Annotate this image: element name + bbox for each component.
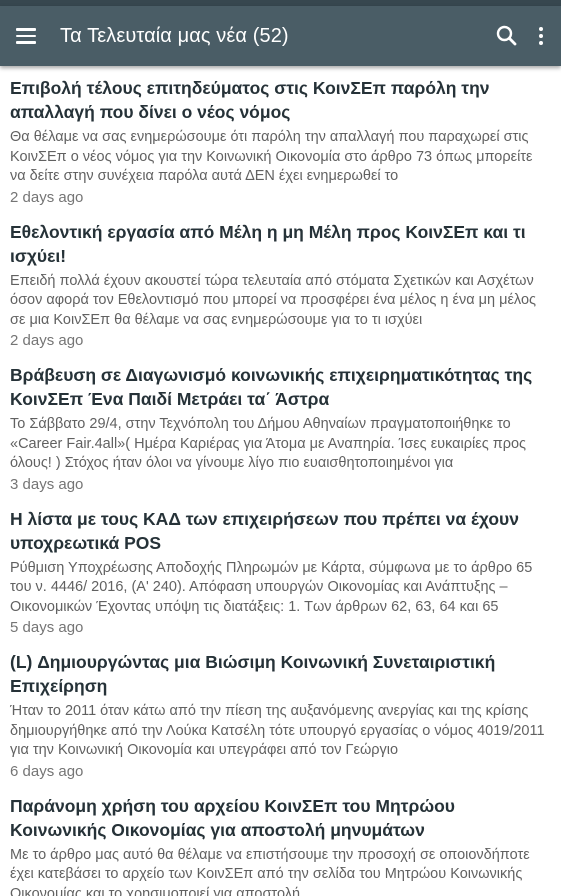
news-item-title: (L) Δημιουργώντας μια Βιώσιμη Κοινωνική …: [10, 652, 496, 696]
news-item-excerpt: Ήταν το 2011 όταν κάτω από την πίεση της…: [10, 703, 545, 758]
news-item-excerpt: Ρύθμιση Υποχρέωσης Αποδοχής Πληρωμών με …: [10, 559, 533, 615]
news-item-timestamp: 2 days ago: [10, 332, 84, 349]
news-item[interactable]: (L) Δημιουργώντας μια Βιώσιμη Κοινωνική …: [10, 650, 551, 794]
news-item-excerpt: Θα θέλαμε να σας ενημερώσουμε ότι παρόλη…: [10, 129, 533, 184]
news-item-title: Παράνομη χρήση του αρχείου ΚοινΣΕπ του Μ…: [10, 795, 455, 840]
news-item[interactable]: Παράνομη χρήση του αρχείου ΚοινΣΕπ του Μ…: [10, 794, 551, 896]
news-item-title: Εθελοντική εργασία από Μέλη η μη Μέλη πρ…: [10, 221, 526, 266]
news-item[interactable]: Η λίστα με τους ΚΑΔ των επιχειρήσεων που…: [10, 507, 551, 651]
news-item[interactable]: Επιβολή τέλους επιτηδεύματος στις ΚοινΣΕ…: [10, 76, 551, 220]
news-item-excerpt: Με το άρθρο μας αυτό θα θέλαμε να επιστή…: [10, 846, 530, 896]
news-item-timestamp: 6 days ago: [10, 762, 84, 780]
app-bar: Τα Τελευταία μας νέα (52): [0, 6, 561, 66]
news-item-title: Βράβευση σε Διαγωνισμό κοινωνικής επιχει…: [10, 365, 533, 409]
more-options-icon[interactable]: [533, 22, 549, 50]
search-icon[interactable]: [493, 22, 521, 50]
news-item-timestamp: 2 days ago: [10, 188, 84, 206]
news-item-excerpt: Το Σάββατο 29/4, στην Τεχνόπολη του Δήμο…: [10, 416, 527, 471]
hamburger-menu-icon[interactable]: [16, 23, 42, 49]
news-item[interactable]: Βράβευση σε Διαγωνισμό κοινωνικής επιχει…: [10, 363, 551, 507]
news-item-timestamp: 3 days ago: [10, 475, 84, 493]
news-item-timestamp: 5 days ago: [10, 619, 84, 636]
news-item-title: Η λίστα με τους ΚΑΔ των επιχειρήσεων που…: [10, 508, 519, 553]
news-feed: Επιβολή τέλους επιτηδεύματος στις ΚοινΣΕ…: [0, 66, 561, 896]
news-item-excerpt: Επειδή πολλά έχουν ακουστεί τώρα τελευτα…: [10, 272, 537, 328]
news-item[interactable]: Εθελοντική εργασία από Μέλη η μη Μέλη πρ…: [10, 220, 551, 364]
news-item-title: Επιβολή τέλους επιτηδεύματος στις ΚοινΣΕ…: [10, 78, 490, 122]
page-title: Τα Τελευταία μας νέα (52): [60, 24, 289, 47]
